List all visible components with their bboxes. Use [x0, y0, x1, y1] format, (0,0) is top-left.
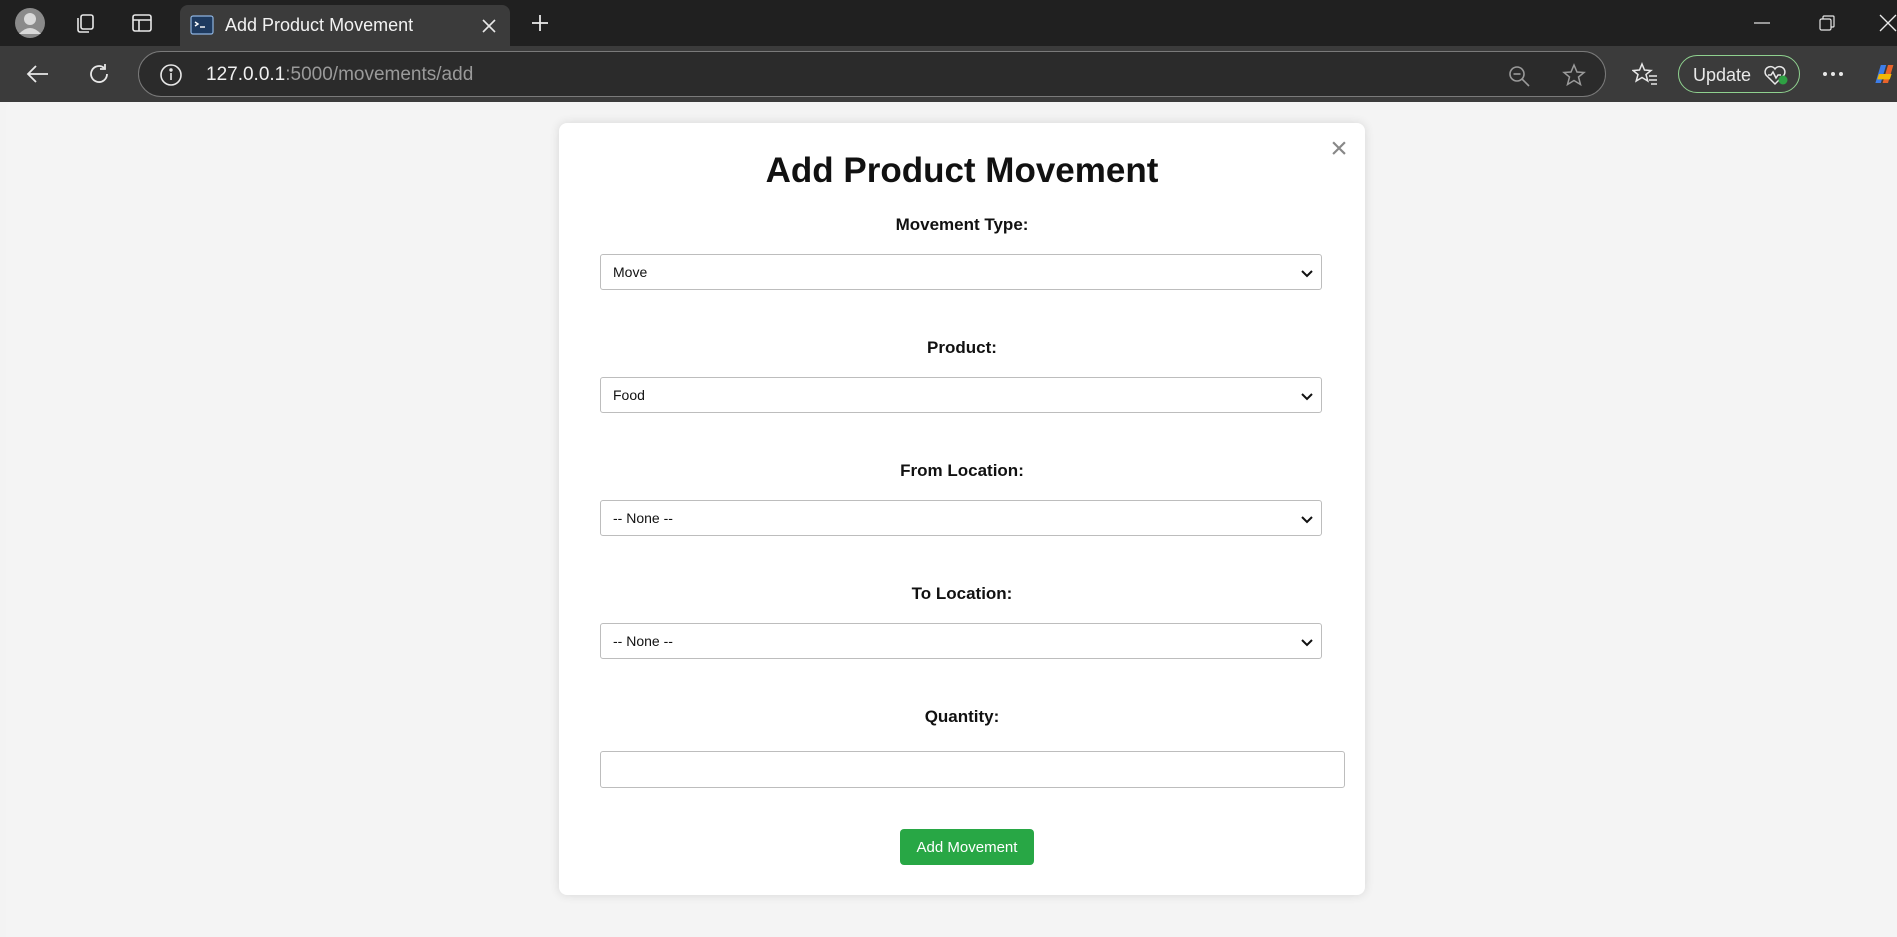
- url-text: 127.0.0.1:5000/movements/add: [206, 64, 473, 86]
- active-tab[interactable]: Add Product Movement: [180, 5, 510, 46]
- chevron-down-icon: [1299, 634, 1315, 650]
- tab-title: Add Product Movement: [225, 15, 414, 35]
- quantity-input[interactable]: [600, 751, 1345, 788]
- update-label: Update: [1693, 65, 1752, 85]
- health-icon: [1763, 64, 1789, 86]
- to-location-value: -- None --: [613, 633, 673, 649]
- page-title: Add Product Movement: [765, 151, 1159, 190]
- page-viewport: × Add Product Movement Movement Type: Mo…: [6, 102, 1897, 937]
- window-close-icon[interactable]: [1864, 0, 1897, 46]
- tab-actions-icon[interactable]: [124, 5, 160, 41]
- from-location-label: From Location:: [900, 461, 1024, 480]
- add-movement-button[interactable]: Add Movement: [900, 829, 1034, 865]
- info-icon[interactable]: [159, 63, 183, 87]
- from-location-select[interactable]: -- None --: [600, 500, 1322, 536]
- chevron-down-icon: [1299, 511, 1315, 527]
- minimize-icon[interactable]: [1738, 0, 1786, 46]
- quantity-label: Quantity:: [924, 707, 1000, 726]
- refresh-icon[interactable]: [81, 56, 117, 92]
- from-location-value: -- None --: [613, 510, 673, 526]
- url-host: 127.0.0.1: [206, 64, 286, 85]
- more-icon[interactable]: [1815, 56, 1851, 92]
- collections-icon[interactable]: [67, 5, 103, 41]
- copilot-icon[interactable]: [1870, 56, 1897, 92]
- to-location-select[interactable]: -- None --: [600, 623, 1322, 659]
- browser-titlebar: Add Product Movement: [0, 0, 1897, 46]
- chevron-down-icon: [1299, 388, 1315, 404]
- movement-type-value: Move: [613, 264, 648, 280]
- movement-type-select[interactable]: Move: [600, 254, 1322, 290]
- restore-icon[interactable]: [1803, 0, 1851, 46]
- to-location-label: To Location:: [911, 584, 1013, 603]
- back-icon[interactable]: [20, 56, 56, 92]
- update-button[interactable]: Update: [1678, 55, 1800, 93]
- zoom-out-icon[interactable]: [1507, 64, 1531, 88]
- new-tab-icon[interactable]: [522, 5, 558, 41]
- favorites-icon[interactable]: [1627, 56, 1663, 92]
- close-icon[interactable]: [476, 13, 502, 39]
- browser-toolbar: 127.0.0.1:5000/movements/add Update: [0, 46, 1897, 102]
- terminal-favicon: [190, 15, 214, 35]
- product-value: Food: [613, 387, 645, 403]
- url-path: :5000/movements/add: [285, 64, 474, 85]
- product-label: Product:: [927, 338, 997, 357]
- chevron-down-icon: [1299, 265, 1315, 281]
- product-select[interactable]: Food: [600, 377, 1322, 413]
- profile-icon[interactable]: [12, 5, 48, 41]
- form-card: × Add Product Movement Movement Type: Mo…: [559, 123, 1365, 895]
- favorite-star-icon[interactable]: [1562, 63, 1586, 87]
- movement-type-label: Movement Type:: [895, 215, 1029, 234]
- address-bar[interactable]: 127.0.0.1:5000/movements/add: [138, 51, 1606, 97]
